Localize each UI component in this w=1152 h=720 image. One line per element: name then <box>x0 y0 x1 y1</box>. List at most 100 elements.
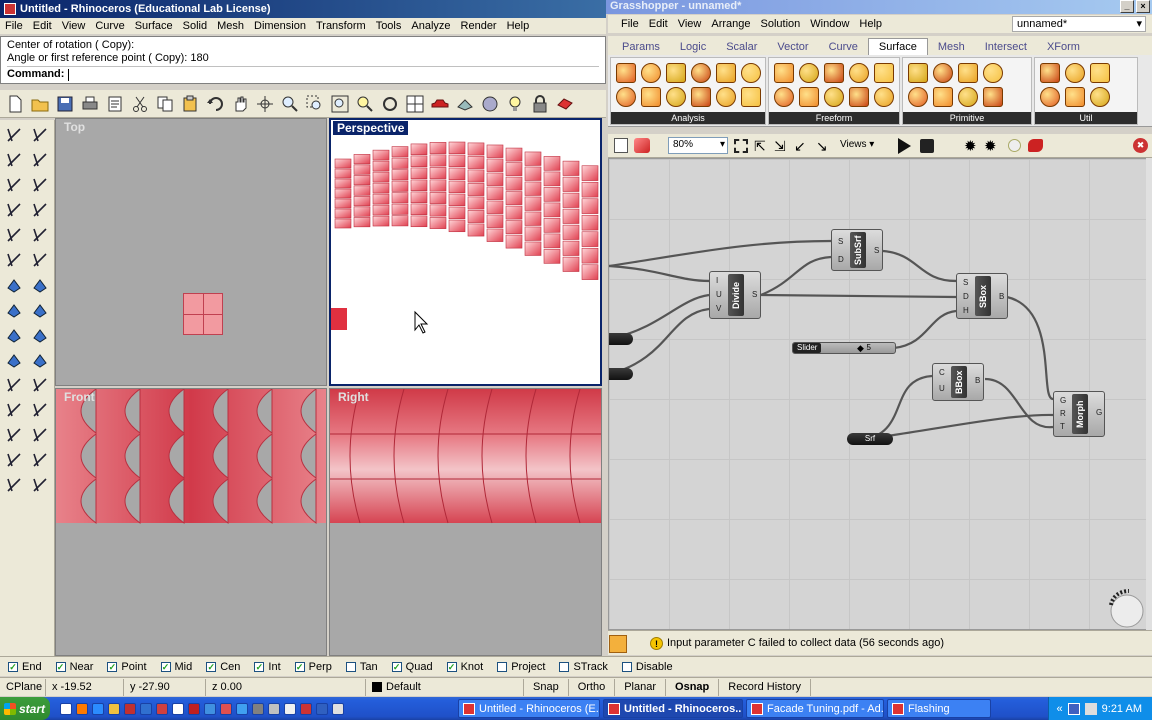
viewport-top[interactable]: Top <box>55 118 327 386</box>
rhino-menu-help[interactable]: Help <box>502 20 535 32</box>
ribbon-analysis-tool-icon[interactable] <box>641 63 661 83</box>
layer-icon[interactable] <box>29 449 51 471</box>
sketch-icon[interactable] <box>634 138 650 153</box>
run-solution-icon[interactable] <box>898 138 911 154</box>
bbox-component[interactable]: C U BBox B <box>932 363 984 401</box>
rhino-menu-edit[interactable]: Edit <box>28 20 57 32</box>
quick-launch-app-icon[interactable] <box>316 702 328 715</box>
ribbon-analysis-tool-icon[interactable] <box>741 63 761 83</box>
ribbon-freeform-tool-icon[interactable] <box>874 63 894 83</box>
status-osnap-button[interactable]: Osnap <box>666 678 720 696</box>
tray-volume-icon[interactable] <box>1084 702 1097 715</box>
morph-input-t[interactable]: T <box>1060 422 1065 431</box>
quick-launch-app-icon[interactable] <box>252 702 264 715</box>
nav-arrow-2-icon[interactable]: ⇲ <box>774 138 786 155</box>
gh-canvas-scrollbar[interactable] <box>1146 158 1152 630</box>
nav-arrow-3-icon[interactable]: ↙ <box>794 138 806 155</box>
ribbon-analysis-tool-icon[interactable] <box>716 87 736 107</box>
ribbon-analysis-tool-icon[interactable] <box>616 63 636 83</box>
osnap-checkbox[interactable]: ✓ <box>206 661 217 672</box>
undo-view-icon[interactable] <box>379 93 401 115</box>
rhino-menu-dimension[interactable]: Dimension <box>249 20 311 32</box>
viewport-front-label[interactable]: Front <box>60 390 99 404</box>
status-planar-button[interactable]: Planar <box>615 678 667 696</box>
taskbar-item-1[interactable]: Untitled - Rhinoceros (E... <box>458 699 600 718</box>
lock-icon[interactable] <box>529 93 551 115</box>
morph-input-g[interactable]: G <box>1060 396 1066 405</box>
ribbon-freeform-tool-icon[interactable] <box>799 63 819 83</box>
copy-icon[interactable] <box>154 93 176 115</box>
subsrf-input-d[interactable]: D <box>838 255 844 264</box>
text-icon[interactable] <box>3 399 25 421</box>
taskbar-item-3[interactable]: Facade Tuning.pdf - Ad... <box>746 699 884 718</box>
quick-launch-app-icon[interactable] <box>92 702 104 715</box>
zoom-extents-icon[interactable] <box>329 93 351 115</box>
gh-menu-solution[interactable]: Solution <box>756 18 806 30</box>
line-icon[interactable] <box>29 149 51 171</box>
ribbon-util-tool-icon[interactable] <box>1090 63 1110 83</box>
quick-launch-app-icon[interactable] <box>156 702 168 715</box>
gh-tab-vector[interactable]: Vector <box>767 39 818 55</box>
quick-launch-app-icon[interactable] <box>220 702 232 715</box>
taskbar-item-4[interactable]: Flashing <box>887 699 991 718</box>
quick-launch-app-icon[interactable] <box>140 702 152 715</box>
osnap-checkbox[interactable]: ✓ <box>446 661 457 672</box>
osnap-checkbox[interactable]: ✓ <box>254 661 265 672</box>
viewport-right-label[interactable]: Right <box>334 390 373 404</box>
sphere-icon[interactable] <box>29 274 51 296</box>
rhino-menu-transform[interactable]: Transform <box>311 20 371 32</box>
gear-icon[interactable]: ✹ <box>964 137 977 155</box>
morph-output-g[interactable]: G <box>1096 408 1102 417</box>
ribbon-analysis-tool-icon[interactable] <box>666 63 686 83</box>
bbox-input-c[interactable]: C <box>939 368 945 377</box>
fillet-icon[interactable] <box>3 324 25 346</box>
ribbon-analysis-tool-icon[interactable] <box>691 87 711 107</box>
quick-launch-app-icon[interactable] <box>236 702 248 715</box>
viewport-perspective[interactable]: Perspective <box>329 118 602 386</box>
osnap-strack[interactable]: STrack <box>559 661 608 673</box>
ribbon-util-tool-icon[interactable] <box>1040 63 1060 83</box>
osnap-perp[interactable]: ✓ Perp <box>294 661 332 673</box>
four-viewports-icon[interactable] <box>404 93 426 115</box>
subsrf-input-s[interactable]: S <box>838 237 843 246</box>
gh-tab-params[interactable]: Params <box>612 39 670 55</box>
light-bulb-icon[interactable] <box>504 93 526 115</box>
gh-tab-mesh[interactable]: Mesh <box>928 39 975 55</box>
freeform-icon[interactable] <box>29 224 51 246</box>
save-icon[interactable] <box>54 93 76 115</box>
osnap-checkbox[interactable]: ✓ <box>55 661 66 672</box>
zoom-extents-icon[interactable] <box>734 139 748 153</box>
osnap-checkbox[interactable] <box>559 661 570 672</box>
nav-arrow-1-icon[interactable]: ⇱ <box>754 138 766 155</box>
rhino-menu-file[interactable]: File <box>0 20 28 32</box>
ribbon-freeform-tool-icon[interactable] <box>774 87 794 107</box>
close-button[interactable]: × <box>1136 0 1150 13</box>
zoom-dynamic-icon[interactable] <box>279 93 301 115</box>
rhino-menu-solid[interactable]: Solid <box>178 20 212 32</box>
paste-icon[interactable] <box>179 93 201 115</box>
gh-document-selector[interactable]: unnamed* ▾ <box>1012 16 1146 32</box>
quick-launch-app-icon[interactable] <box>60 702 72 715</box>
ribbon-primitive-tool-icon[interactable] <box>983 87 1003 107</box>
command-input[interactable] <box>68 68 70 81</box>
gh-menu-arrange[interactable]: Arrange <box>706 18 755 30</box>
curve-icon[interactable] <box>3 199 25 221</box>
ribbon-primitive-tool-icon[interactable] <box>908 87 928 107</box>
status-snap-button[interactable]: Snap <box>524 678 569 696</box>
grasshopper-titlebar[interactable]: Grasshopper - unnamed* _ × <box>606 0 1152 14</box>
trim-icon[interactable] <box>29 324 51 346</box>
zoom-selected-icon[interactable] <box>354 93 376 115</box>
render-icon[interactable] <box>554 93 576 115</box>
slider-handle[interactable]: ◆ <box>857 343 864 353</box>
quick-launch-app-icon[interactable] <box>76 702 88 715</box>
new-file-icon[interactable] <box>4 93 26 115</box>
ribbon-analysis-tool-icon[interactable] <box>691 63 711 83</box>
array-icon[interactable] <box>29 424 51 446</box>
start-button[interactable]: start <box>0 697 50 720</box>
sbox-input-d[interactable]: D <box>963 292 969 301</box>
join-icon[interactable] <box>29 349 51 371</box>
osnap-checkbox[interactable]: ✓ <box>391 661 402 672</box>
divide-input-v[interactable]: V <box>716 304 721 313</box>
ribbon-analysis-tool-icon[interactable] <box>716 63 736 83</box>
arc-icon[interactable] <box>29 174 51 196</box>
